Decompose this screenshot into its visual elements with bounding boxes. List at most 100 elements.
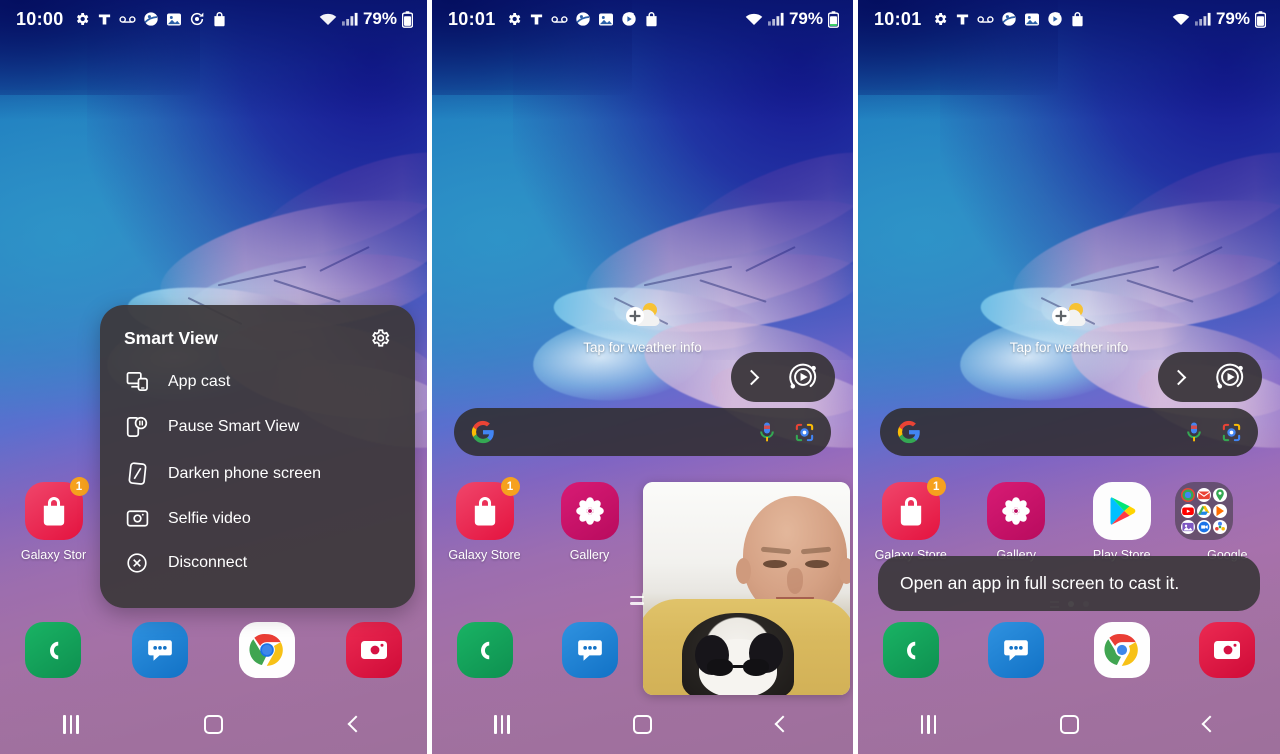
app-gallery[interactable]: Gallery — [964, 482, 1070, 562]
app-galaxy-store[interactable]: 1 Galaxy Stor — [0, 477, 107, 562]
badge-count: 1 — [500, 477, 520, 496]
microphone-icon[interactable] — [758, 421, 776, 443]
chevron-right-icon[interactable] — [1170, 369, 1187, 385]
gallery-icon[interactable] — [987, 482, 1046, 540]
phone-icon[interactable] — [25, 622, 82, 678]
battery-icon — [1255, 10, 1266, 28]
signal-icon — [1194, 12, 1211, 26]
close-circle-icon — [124, 552, 150, 574]
dock-phone[interactable] — [432, 622, 537, 678]
folder-app-drive — [1196, 504, 1211, 518]
home-icon[interactable] — [999, 714, 1140, 734]
camera-icon[interactable] — [1199, 622, 1256, 678]
smart-view-title: Smart View — [124, 327, 219, 348]
google-search-bar[interactable] — [880, 408, 1258, 456]
cast-active-icon — [621, 11, 637, 27]
app-google-folder[interactable]: Google — [1174, 482, 1280, 562]
weather-widget[interactable]: Tap for weather info — [432, 300, 853, 355]
home-icon[interactable] — [142, 714, 284, 734]
galaxy-store-icon — [1070, 11, 1085, 27]
chevron-right-icon[interactable] — [743, 369, 760, 385]
drag-handle[interactable] — [630, 592, 644, 608]
status-bar: 10:00 79% — [0, 0, 427, 38]
smart-view-cast-icon[interactable] — [786, 360, 820, 394]
smart-view-cast-icon[interactable] — [1213, 360, 1247, 394]
dock-phone[interactable] — [858, 622, 964, 678]
galaxy-store-icon[interactable]: 1 — [455, 477, 520, 540]
dock-chrome[interactable] — [214, 622, 321, 678]
folder-app-gmail — [1196, 488, 1211, 502]
app-play-store[interactable]: Play Store — [1069, 482, 1175, 562]
dock-messages[interactable] — [107, 622, 214, 678]
wifi-icon — [1172, 12, 1190, 26]
messages-icon[interactable] — [561, 622, 618, 678]
photos-icon — [1024, 12, 1040, 27]
back-icon[interactable] — [713, 715, 853, 733]
galaxy-store-icon[interactable]: 1 — [24, 477, 89, 540]
t-mobile-icon — [97, 12, 112, 27]
dock-messages[interactable] — [964, 622, 1070, 678]
smart-view-float-button[interactable] — [731, 352, 835, 402]
menu-item-pause-smart-view[interactable]: Pause Smart View — [100, 404, 415, 450]
recents-icon[interactable] — [858, 714, 999, 734]
chrome-icon[interactable] — [238, 622, 295, 678]
toast-message: Open an app in full screen to cast it. — [878, 556, 1260, 612]
battery-icon — [828, 10, 839, 28]
home-icon[interactable] — [572, 714, 712, 734]
gear-icon — [506, 11, 522, 27]
status-time: 10:01 — [874, 8, 922, 29]
menu-item-disconnect[interactable]: Disconnect — [100, 540, 415, 586]
dock-chrome[interactable] — [1069, 622, 1175, 678]
gallery-icon[interactable] — [560, 482, 619, 540]
navigation-bar — [858, 694, 1280, 754]
app-gallery[interactable]: Gallery — [537, 482, 642, 562]
menu-item-darken-phone-screen[interactable]: Darken phone screen — [100, 450, 415, 497]
google-folder-icon[interactable] — [1174, 482, 1233, 540]
google-lens-icon[interactable] — [794, 422, 815, 443]
play-store-icon[interactable] — [1092, 482, 1151, 540]
dock-phone[interactable] — [0, 622, 107, 678]
menu-item-app-cast[interactable]: App cast — [100, 359, 415, 404]
google-g-icon — [896, 419, 922, 445]
folder-app-chrome — [1180, 488, 1195, 502]
phone-icon[interactable] — [456, 622, 513, 678]
galaxy-store-icon[interactable]: 1 — [881, 477, 946, 540]
folder-app-play-music — [1212, 504, 1227, 518]
dock-camera[interactable] — [320, 622, 427, 678]
menu-item-selfie-video[interactable]: Selfie video — [100, 497, 415, 540]
google-search-bar[interactable] — [454, 408, 831, 456]
chrome-icon[interactable] — [1093, 622, 1150, 678]
dock — [858, 622, 1280, 678]
messages-icon[interactable] — [132, 622, 189, 678]
dock-messages[interactable] — [537, 622, 642, 678]
google-lens-icon[interactable] — [1221, 422, 1242, 443]
recents-icon[interactable] — [0, 714, 142, 734]
weather-widget[interactable]: Tap for weather info — [858, 300, 1280, 355]
messages-icon[interactable] — [988, 622, 1045, 678]
phone-panel-1: 10:00 79% 1 Galaxy Stor Smart View App c… — [0, 0, 427, 754]
gear-icon — [932, 11, 948, 27]
recents-icon[interactable] — [432, 714, 572, 734]
photos-icon — [166, 12, 182, 27]
app-galaxy-store[interactable]: 1 Galaxy Store — [432, 477, 537, 562]
battery-percent: 79% — [788, 9, 823, 28]
back-icon[interactable] — [1139, 715, 1280, 733]
battery-percent: 79% — [362, 9, 397, 28]
toast-text: Open an app in full screen to cast it. — [900, 573, 1180, 593]
camera-icon[interactable] — [345, 622, 402, 678]
selfie-video-preview[interactable] — [643, 482, 850, 695]
dock — [0, 622, 427, 678]
smart-view-float-button[interactable] — [1158, 352, 1262, 402]
app-galaxy-store[interactable]: 1 Galaxy Store — [858, 477, 964, 562]
gear-icon[interactable] — [369, 327, 391, 349]
microphone-icon[interactable] — [1185, 421, 1203, 443]
dock-camera[interactable] — [1175, 622, 1280, 678]
cast-active-icon — [1047, 11, 1063, 27]
phone-icon[interactable] — [882, 622, 939, 678]
menu-item-label: Disconnect — [168, 554, 248, 571]
back-icon[interactable] — [285, 715, 427, 733]
pause-cast-icon — [124, 416, 150, 438]
app-label: Galaxy Stor — [20, 548, 87, 562]
folder-app-google-assistant — [1212, 520, 1227, 534]
navigation-bar — [0, 694, 427, 754]
